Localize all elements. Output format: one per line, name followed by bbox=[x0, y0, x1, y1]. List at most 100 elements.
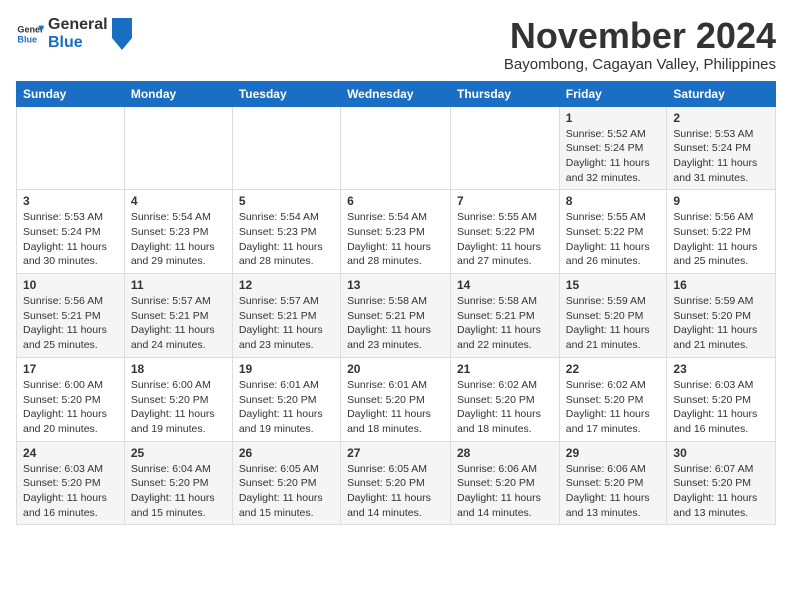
title-block: November 2024 Bayombong, Cagayan Valley,… bbox=[504, 16, 776, 73]
calendar-cell: 28Sunrise: 6:06 AMSunset: 5:20 PMDayligh… bbox=[451, 441, 560, 525]
day-number: 17 bbox=[23, 362, 118, 376]
calendar-cell: 17 Sunrise: 6:00 AMSunset: 5:20 PMDayligh… bbox=[17, 357, 125, 441]
calendar-cell: 13 Sunrise: 5:58 AMSunset: 5:21 PMDayligh… bbox=[341, 274, 451, 358]
day-number: 25 bbox=[131, 446, 226, 460]
day-number: 24 bbox=[23, 446, 118, 460]
day-number: 7 bbox=[457, 194, 553, 208]
day-info: Sunrise: 6:05 AMSunset: 5:20 PMDaylight:… bbox=[347, 462, 444, 521]
day-number: 22 bbox=[566, 362, 661, 376]
day-info: Sunrise: 6:01 AMSunset: 5:20 PMDaylight:… bbox=[347, 378, 444, 437]
header-sunday: Sunday bbox=[17, 81, 125, 106]
day-number: 18 bbox=[131, 362, 226, 376]
day-info: Sunrise: 6:07 AMSunset: 5:20 PMDaylight:… bbox=[673, 462, 769, 521]
calendar-cell: 15Sunrise: 5:59 AMSunset: 5:20 PMDayligh… bbox=[559, 274, 667, 358]
header-tuesday: Tuesday bbox=[232, 81, 340, 106]
day-number: 9 bbox=[673, 194, 769, 208]
day-info: Sunrise: 5:56 AMSunset: 5:22 PMDaylight:… bbox=[673, 210, 769, 269]
calendar-cell: 10 Sunrise: 5:56 AMSunset: 5:21 PMDayligh… bbox=[17, 274, 125, 358]
day-info: Sunrise: 5:58 AMSunset: 5:21 PMDaylight:… bbox=[457, 294, 553, 353]
calendar-week-row: 17 Sunrise: 6:00 AMSunset: 5:20 PMDayligh… bbox=[17, 357, 776, 441]
calendar-cell: 3Sunrise: 5:53 AMSunset: 5:24 PMDaylight… bbox=[17, 190, 125, 274]
day-info: Sunrise: 5:57 AMSunset: 5:21 PMDaylight:… bbox=[239, 294, 334, 353]
calendar-cell: 23Sunrise: 6:03 AMSunset: 5:20 PMDayligh… bbox=[667, 357, 776, 441]
day-number: 14 bbox=[457, 278, 553, 292]
calendar-cell: 20 Sunrise: 6:01 AMSunset: 5:20 PMDayligh… bbox=[341, 357, 451, 441]
calendar-cell: 18 Sunrise: 6:00 AMSunset: 5:20 PMDayligh… bbox=[124, 357, 232, 441]
day-number: 21 bbox=[457, 362, 553, 376]
day-number: 10 bbox=[23, 278, 118, 292]
day-number: 3 bbox=[23, 194, 118, 208]
calendar-cell: 8 Sunrise: 5:55 AMSunset: 5:22 PMDaylight… bbox=[559, 190, 667, 274]
calendar-cell bbox=[17, 106, 125, 190]
day-number: 13 bbox=[347, 278, 444, 292]
calendar-cell: 1 Sunrise: 5:52 AMSunset: 5:24 PMDaylight… bbox=[559, 106, 667, 190]
calendar-cell: 4 Sunrise: 5:54 AMSunset: 5:23 PMDaylight… bbox=[124, 190, 232, 274]
calendar-cell bbox=[232, 106, 340, 190]
calendar-cell: 6Sunrise: 5:54 AMSunset: 5:23 PMDaylight… bbox=[341, 190, 451, 274]
day-number: 19 bbox=[239, 362, 334, 376]
day-number: 1 bbox=[566, 111, 661, 125]
calendar-cell: 27 Sunrise: 6:05 AMSunset: 5:20 PMDayligh… bbox=[341, 441, 451, 525]
day-info: Sunrise: 5:56 AMSunset: 5:21 PMDaylight:… bbox=[23, 294, 118, 353]
calendar-cell: 26Sunrise: 6:05 AMSunset: 5:20 PMDayligh… bbox=[232, 441, 340, 525]
calendar-week-row: 10 Sunrise: 5:56 AMSunset: 5:21 PMDayligh… bbox=[17, 274, 776, 358]
logo: General Blue General Blue bbox=[16, 16, 132, 51]
calendar-week-row: 1 Sunrise: 5:52 AMSunset: 5:24 PMDaylight… bbox=[17, 106, 776, 190]
calendar-cell: 25 Sunrise: 6:04 AMSunset: 5:20 PMDayligh… bbox=[124, 441, 232, 525]
day-number: 4 bbox=[131, 194, 226, 208]
calendar-week-row: 3Sunrise: 5:53 AMSunset: 5:24 PMDaylight… bbox=[17, 190, 776, 274]
calendar-header-row: SundayMondayTuesdayWednesdayThursdayFrid… bbox=[17, 81, 776, 106]
day-number: 29 bbox=[566, 446, 661, 460]
calendar-cell: 24 Sunrise: 6:03 AMSunset: 5:20 PMDayligh… bbox=[17, 441, 125, 525]
day-number: 27 bbox=[347, 446, 444, 460]
calendar-cell: 9 Sunrise: 5:56 AMSunset: 5:22 PMDaylight… bbox=[667, 190, 776, 274]
day-number: 2 bbox=[673, 111, 769, 125]
day-number: 8 bbox=[566, 194, 661, 208]
calendar-cell: 29 Sunrise: 6:06 AMSunset: 5:20 PMDayligh… bbox=[559, 441, 667, 525]
day-number: 16 bbox=[673, 278, 769, 292]
calendar-cell: 30Sunrise: 6:07 AMSunset: 5:20 PMDayligh… bbox=[667, 441, 776, 525]
day-info: Sunrise: 5:54 AMSunset: 5:23 PMDaylight:… bbox=[131, 210, 226, 269]
calendar-cell bbox=[341, 106, 451, 190]
day-number: 20 bbox=[347, 362, 444, 376]
day-number: 11 bbox=[131, 278, 226, 292]
calendar-cell: 21 Sunrise: 6:02 AMSunset: 5:20 PMDayligh… bbox=[451, 357, 560, 441]
calendar-cell: 14 Sunrise: 5:58 AMSunset: 5:21 PMDayligh… bbox=[451, 274, 560, 358]
day-info: Sunrise: 6:06 AMSunset: 5:20 PMDaylight:… bbox=[566, 462, 661, 521]
day-info: Sunrise: 5:54 AMSunset: 5:23 PMDaylight:… bbox=[239, 210, 334, 269]
header-friday: Friday bbox=[559, 81, 667, 106]
day-info: Sunrise: 6:04 AMSunset: 5:20 PMDaylight:… bbox=[131, 462, 226, 521]
day-info: Sunrise: 6:01 AMSunset: 5:20 PMDaylight:… bbox=[239, 378, 334, 437]
calendar-cell: 7 Sunrise: 5:55 AMSunset: 5:22 PMDaylight… bbox=[451, 190, 560, 274]
day-number: 23 bbox=[673, 362, 769, 376]
day-number: 26 bbox=[239, 446, 334, 460]
calendar-cell bbox=[451, 106, 560, 190]
day-info: Sunrise: 6:00 AMSunset: 5:20 PMDaylight:… bbox=[131, 378, 226, 437]
page-header: General Blue General Blue November 2024 … bbox=[16, 16, 776, 73]
header-thursday: Thursday bbox=[451, 81, 560, 106]
day-number: 12 bbox=[239, 278, 334, 292]
calendar-cell: 11 Sunrise: 5:57 AMSunset: 5:21 PMDayligh… bbox=[124, 274, 232, 358]
day-number: 5 bbox=[239, 194, 334, 208]
header-saturday: Saturday bbox=[667, 81, 776, 106]
day-info: Sunrise: 5:58 AMSunset: 5:21 PMDaylight:… bbox=[347, 294, 444, 353]
calendar-week-row: 24 Sunrise: 6:03 AMSunset: 5:20 PMDayligh… bbox=[17, 441, 776, 525]
day-info: Sunrise: 6:06 AMSunset: 5:20 PMDaylight:… bbox=[457, 462, 553, 521]
day-info: Sunrise: 5:55 AMSunset: 5:22 PMDaylight:… bbox=[457, 210, 553, 269]
calendar-cell: 19 Sunrise: 6:01 AMSunset: 5:20 PMDayligh… bbox=[232, 357, 340, 441]
header-monday: Monday bbox=[124, 81, 232, 106]
day-info: Sunrise: 6:00 AMSunset: 5:20 PMDaylight:… bbox=[23, 378, 118, 437]
day-info: Sunrise: 5:55 AMSunset: 5:22 PMDaylight:… bbox=[566, 210, 661, 269]
logo-icon: General Blue bbox=[16, 20, 44, 48]
day-info: Sunrise: 5:57 AMSunset: 5:21 PMDaylight:… bbox=[131, 294, 226, 353]
calendar-cell: 16Sunrise: 5:59 AMSunset: 5:20 PMDayligh… bbox=[667, 274, 776, 358]
day-info: Sunrise: 6:02 AMSunset: 5:20 PMDaylight:… bbox=[457, 378, 553, 437]
day-info: Sunrise: 5:52 AMSunset: 5:24 PMDaylight:… bbox=[566, 127, 661, 186]
day-number: 6 bbox=[347, 194, 444, 208]
location-title: Bayombong, Cagayan Valley, Philippines bbox=[504, 56, 776, 73]
logo-text-blue: Blue bbox=[48, 34, 108, 52]
day-info: Sunrise: 5:53 AMSunset: 5:24 PMDaylight:… bbox=[673, 127, 769, 186]
day-info: Sunrise: 6:03 AMSunset: 5:20 PMDaylight:… bbox=[23, 462, 118, 521]
header-wednesday: Wednesday bbox=[341, 81, 451, 106]
calendar-table: SundayMondayTuesdayWednesdayThursdayFrid… bbox=[16, 81, 776, 526]
